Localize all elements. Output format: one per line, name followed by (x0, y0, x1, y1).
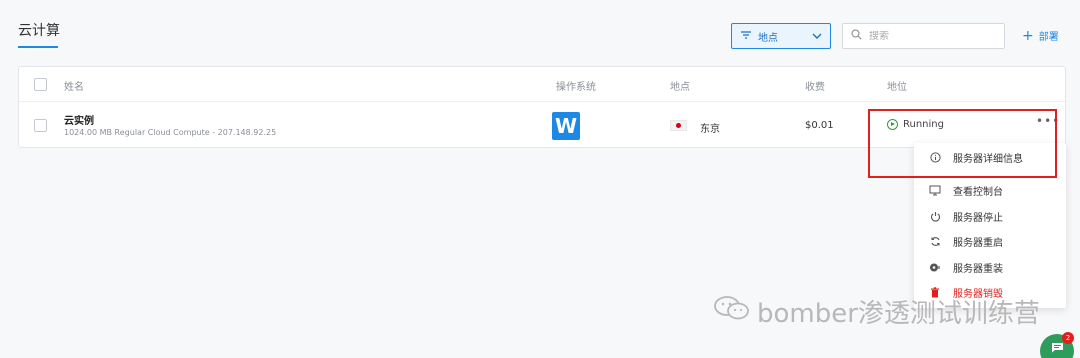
watermark: bomber渗透测试训练营 (713, 293, 1040, 330)
location-filter-dropdown[interactable]: 地点 (731, 23, 831, 49)
filter-label: 地点 (758, 32, 778, 44)
tab-active-underline (18, 46, 58, 48)
instance-location: 东京 (700, 124, 720, 135)
instance-fee: $0.01 (805, 120, 834, 131)
tab-cloud-compute[interactable]: 云计算 (18, 20, 60, 40)
windows-os-icon: W (552, 112, 580, 140)
restart-icon (928, 234, 942, 248)
row-checkbox[interactable] (34, 119, 47, 132)
highlight-box (868, 109, 1057, 178)
chevron-down-icon (812, 31, 822, 42)
plus-icon: + (1022, 27, 1034, 44)
column-header-location: 地点 (670, 82, 690, 93)
search-box (842, 23, 1005, 49)
menu-item-label: 服务器重装 (953, 263, 1003, 275)
search-input[interactable] (869, 30, 989, 42)
search-icon (851, 29, 862, 43)
instance-description: 1024.00 MB Regular Cloud Compute - 207.1… (64, 128, 277, 137)
header-divider (19, 101, 1065, 102)
reinstall-icon (928, 260, 942, 274)
deploy-button[interactable]: + 部署 (1022, 27, 1059, 44)
chat-badge: 2 (1062, 332, 1074, 344)
monitor-icon (928, 183, 942, 197)
page: 云计算 地点 + 部署 姓名 操作系统 地点 收费 地位 云实例 1024.00… (0, 0, 1080, 358)
wechat-icon (713, 295, 751, 328)
menu-item-view-console[interactable]: 查看控制台 (914, 178, 1066, 202)
menu-item-label: 服务器重启 (953, 237, 1003, 249)
instance-name[interactable]: 云实例 (64, 112, 94, 127)
power-icon (928, 209, 942, 223)
japan-flag-icon (670, 120, 687, 131)
column-header-status: 地位 (887, 82, 907, 93)
menu-item-server-reinstall[interactable]: 服务器重装 (914, 255, 1066, 279)
chat-button[interactable]: 2 (1040, 332, 1074, 358)
column-header-os: 操作系统 (556, 82, 596, 93)
menu-item-server-restart[interactable]: 服务器重启 (914, 229, 1066, 253)
column-header-fee: 收费 (805, 82, 825, 93)
select-all-checkbox[interactable] (34, 78, 47, 91)
watermark-text: bomber渗透测试训练营 (757, 299, 1040, 329)
filter-icon (740, 30, 752, 43)
menu-item-label: 查看控制台 (953, 186, 1003, 198)
menu-item-label: 服务器停止 (953, 212, 1003, 224)
column-header-name: 姓名 (64, 82, 84, 93)
menu-item-server-stop[interactable]: 服务器停止 (914, 204, 1066, 228)
deploy-label: 部署 (1038, 32, 1059, 43)
